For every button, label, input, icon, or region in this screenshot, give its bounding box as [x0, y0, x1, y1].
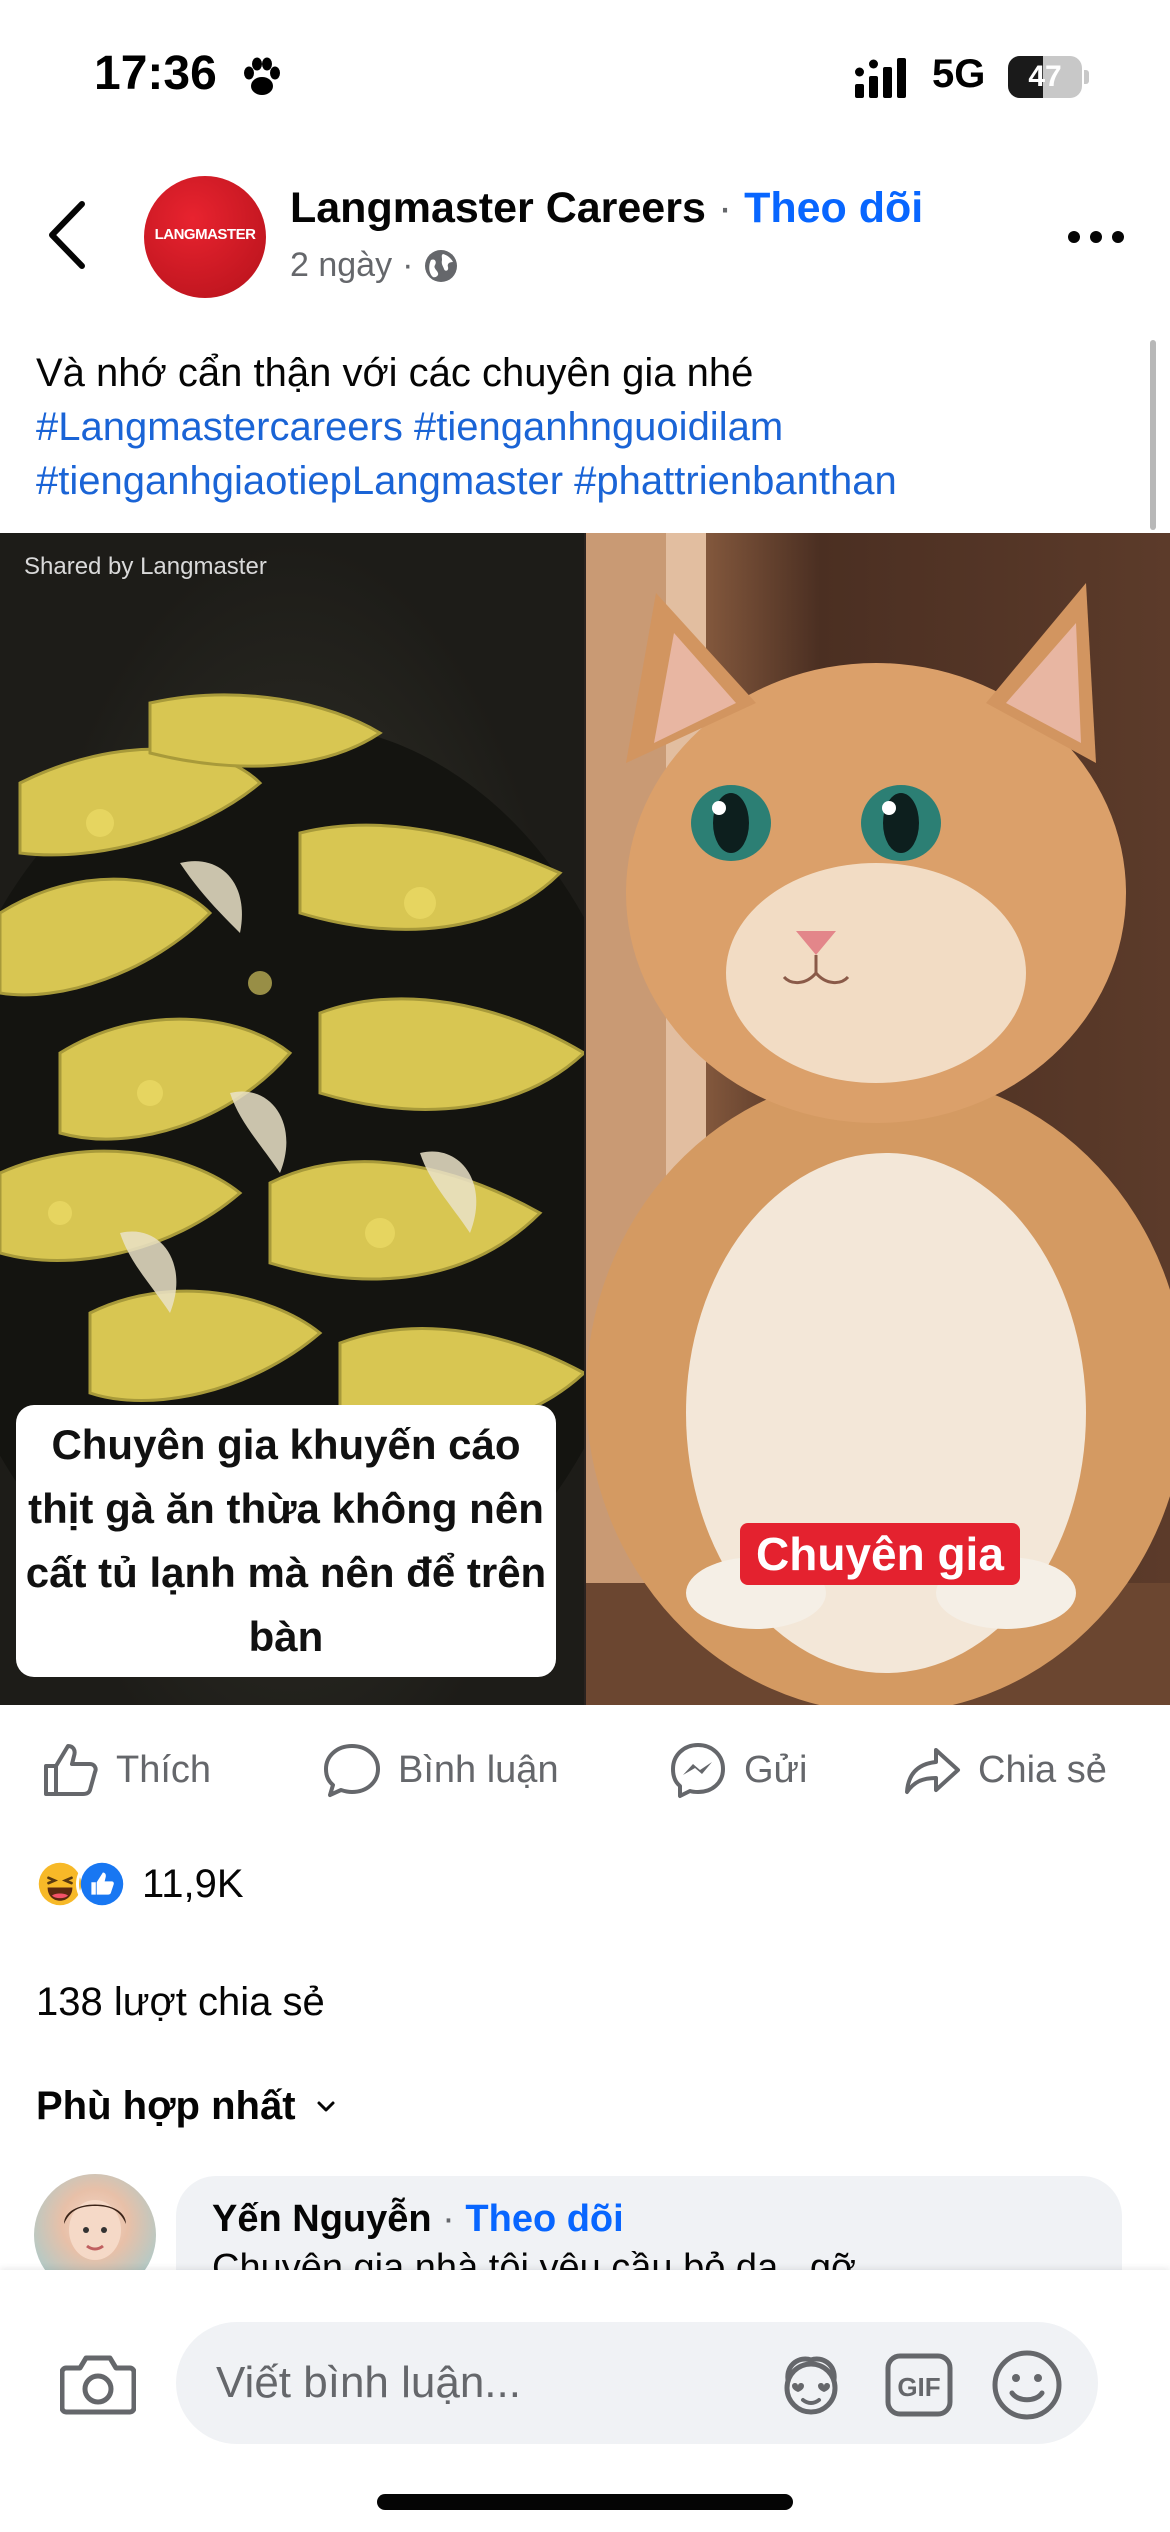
- hashtags-line-1[interactable]: #Langmastercareers #tienganhnguoidilam: [36, 400, 1136, 454]
- post-caption: Và nhớ cẩn thận với các chuyên gia nhé #…: [36, 346, 1136, 508]
- battery-indicator: 47: [1008, 56, 1089, 98]
- comment-author-row: Yến Nguyễn · Theo dõi: [212, 2198, 1086, 2241]
- signal-icon: [855, 58, 906, 98]
- paw-icon: [244, 57, 280, 95]
- gif-icon[interactable]: GIF: [884, 2350, 954, 2420]
- comment-separator: ·: [442, 2198, 455, 2240]
- status-time: 17:36: [94, 47, 217, 100]
- like-reaction-icon: [76, 1858, 128, 1910]
- comment-author[interactable]: Yến Nguyễn: [212, 2198, 432, 2240]
- status-bar: 17:36 5G 47: [0, 0, 1170, 150]
- camera-icon[interactable]: [60, 2352, 136, 2416]
- meta-separator: ·: [402, 246, 414, 284]
- hashtags-line-2[interactable]: #tienganhgiaotiepLangmaster #phattrienba…: [36, 454, 1136, 508]
- page-avatar[interactable]: LANGMASTER: [144, 176, 266, 298]
- messenger-icon: [671, 1743, 725, 1798]
- like-label: Thích: [116, 1748, 212, 1791]
- comment-follow-button[interactable]: Theo dõi: [465, 2198, 623, 2240]
- more-icon[interactable]: [1066, 226, 1126, 248]
- scrollbar[interactable]: [1150, 340, 1156, 530]
- comment-button[interactable]: Bình luận: [322, 1740, 559, 1800]
- home-indicator[interactable]: [377, 2494, 793, 2510]
- post-header-title: Langmaster Careers · Theo dõi: [290, 184, 923, 233]
- page-name-link[interactable]: Langmaster Careers: [290, 184, 706, 232]
- svg-text:GIF: GIF: [897, 2372, 940, 2402]
- caption-text: Và nhớ cẩn thận với các chuyên gia nhé: [36, 351, 754, 395]
- send-label: Gửi: [744, 1748, 808, 1791]
- comment-sort-dropdown[interactable]: Phù hợp nhất: [36, 2084, 338, 2129]
- chicken-photo: Shared by Langmaster Chuyên gia khuyến c…: [0, 533, 584, 1705]
- avatar-sticker-icon[interactable]: [776, 2350, 846, 2420]
- send-button[interactable]: Gửi: [668, 1740, 807, 1800]
- meme-tag: Chuyên gia: [740, 1523, 1020, 1585]
- header-separator: ·: [717, 184, 733, 232]
- post-meta: 2 ngày ·: [290, 246, 459, 285]
- like-button[interactable]: Thích: [40, 1740, 211, 1800]
- reaction-summary[interactable]: 11,9K: [34, 1856, 244, 1912]
- share-count[interactable]: 138 lượt chia sẻ: [36, 1980, 325, 2025]
- cat-photo: Chuyên gia: [586, 533, 1170, 1705]
- globe-icon: [425, 249, 458, 282]
- chevron-down-icon: [317, 2101, 335, 2111]
- watermark-text: Shared by Langmaster: [24, 553, 267, 580]
- action-bar: Thích Bình luận Gửi Chia sẻ: [0, 1710, 1170, 1820]
- network-type: 5G: [932, 52, 986, 96]
- comment-label: Bình luận: [398, 1748, 559, 1791]
- like-icon: [44, 1744, 98, 1796]
- back-button[interactable]: [40, 190, 100, 280]
- battery-level: 47: [1028, 60, 1062, 93]
- comment-icon: [324, 1744, 380, 1797]
- avatar-logo-text: LANGMASTER: [154, 226, 256, 243]
- comment-composer: GIF: [0, 2270, 1170, 2532]
- emoji-icon[interactable]: [990, 2348, 1064, 2422]
- post-image[interactable]: Shared by Langmaster Chuyên gia khuyến c…: [0, 533, 1170, 1705]
- comment-input[interactable]: [176, 2322, 1098, 2444]
- share-label: Chia sẻ: [978, 1748, 1107, 1791]
- post-time[interactable]: 2 ngày: [290, 246, 392, 285]
- meme-caption: Chuyên gia khuyến cáo thịt gà ăn thừa kh…: [16, 1405, 556, 1677]
- sort-label: Phù hợp nhất: [36, 2084, 296, 2128]
- reaction-count: 11,9K: [142, 1861, 244, 1906]
- share-button[interactable]: Chia sẻ: [902, 1740, 1107, 1800]
- share-icon: [905, 1748, 960, 1794]
- follow-button[interactable]: Theo dõi: [744, 184, 923, 232]
